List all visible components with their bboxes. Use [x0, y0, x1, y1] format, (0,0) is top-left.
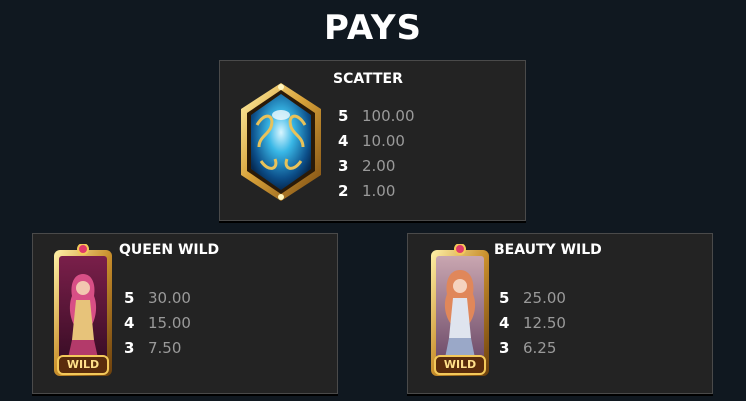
pay-row: 3 6.25	[499, 335, 566, 360]
pay-count: 5	[499, 288, 510, 307]
pay-row: 3 7.50	[124, 335, 191, 360]
pay-count: 2	[338, 181, 349, 200]
pay-count: 5	[124, 288, 135, 307]
blue-orb-scatter-icon	[241, 83, 321, 201]
symbol-name: QUEEN WILD	[119, 242, 220, 258]
pay-value: 1.00	[362, 181, 396, 200]
pay-value: 100.00	[362, 106, 415, 125]
pay-value: 7.50	[148, 338, 182, 357]
pay-value: 25.00	[523, 288, 566, 307]
symbol-name: BEAUTY WILD	[494, 242, 602, 258]
queen-wild-panel: WILD QUEEN WILD 5 30.00 4 15.00 3 7.50	[32, 233, 338, 394]
pay-count: 5	[338, 106, 349, 125]
pay-value: 10.00	[362, 131, 405, 150]
symbol-name: SCATTER	[333, 71, 403, 87]
pay-value: 30.00	[148, 288, 191, 307]
wild-badge: WILD	[66, 358, 100, 371]
pay-row: 4 10.00	[338, 128, 415, 153]
pay-row: 5 30.00	[124, 285, 191, 310]
pay-row: 4 12.50	[499, 310, 566, 335]
pay-value: 6.25	[523, 338, 557, 357]
pay-value: 12.50	[523, 313, 566, 332]
pay-row: 2 1.00	[338, 178, 415, 203]
pay-count: 4	[499, 313, 510, 332]
pay-count: 3	[338, 156, 349, 175]
paytable: 5 30.00 4 15.00 3 7.50	[124, 285, 191, 360]
beauty-wild-panel: WILD BEAUTY WILD 5 25.00 4 12.50 3 6.25	[407, 233, 713, 394]
pay-value: 2.00	[362, 156, 396, 175]
pay-count: 4	[124, 313, 135, 332]
pay-count: 4	[338, 131, 349, 150]
pay-row: 3 2.00	[338, 153, 415, 178]
scatter-panel: SCATTER 5 100.00 4 10.00 3 2.00 2 1.00	[219, 60, 526, 221]
page-title: PAYS	[324, 8, 422, 48]
pay-count: 3	[499, 338, 510, 357]
pay-count: 3	[124, 338, 135, 357]
paytable: 5 100.00 4 10.00 3 2.00 2 1.00	[338, 103, 415, 203]
pay-row: 5 100.00	[338, 103, 415, 128]
wild-badge: WILD	[443, 358, 477, 371]
pay-row: 5 25.00	[499, 285, 566, 310]
paytable: 5 25.00 4 12.50 3 6.25	[499, 285, 566, 360]
pay-value: 15.00	[148, 313, 191, 332]
pay-row: 4 15.00	[124, 310, 191, 335]
